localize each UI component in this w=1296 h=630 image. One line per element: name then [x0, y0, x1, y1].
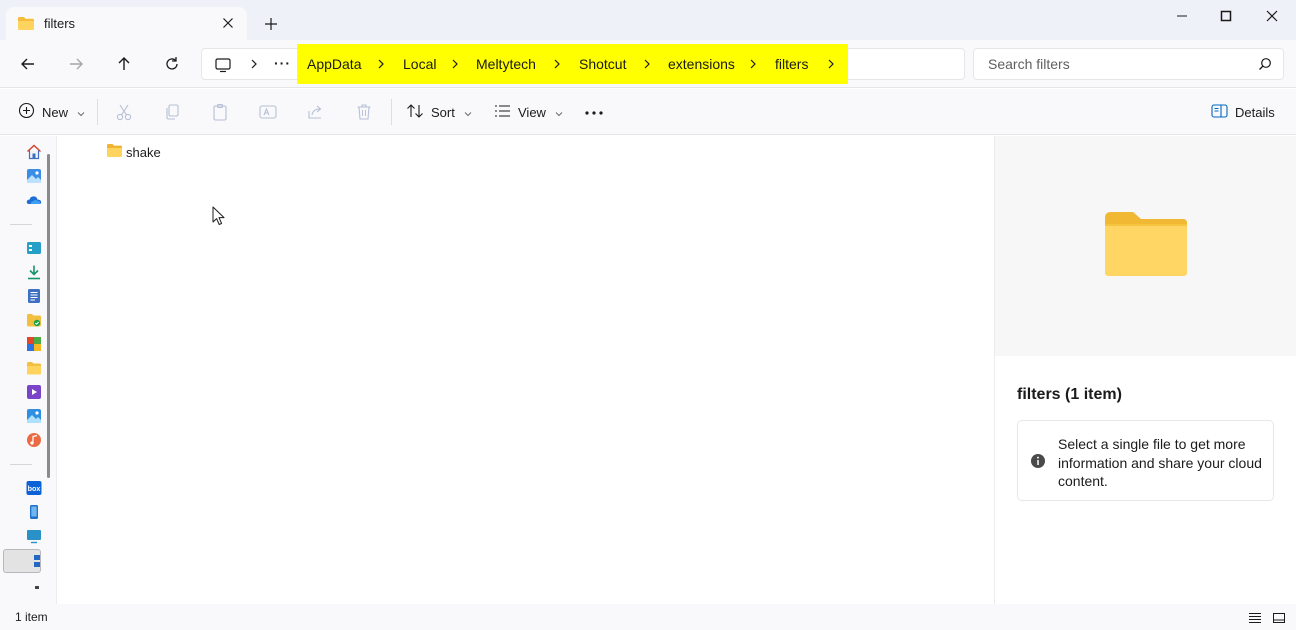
folder-icon[interactable] — [26, 360, 42, 376]
sort-label: Sort — [431, 104, 455, 120]
search-box[interactable] — [973, 48, 1284, 80]
status-bar: 1 item — [0, 604, 1296, 630]
chevron-right-icon[interactable] — [747, 58, 759, 73]
pictures-icon[interactable] — [26, 408, 42, 424]
close-icon[interactable] — [1260, 5, 1284, 27]
more-options-icon[interactable] — [584, 102, 604, 122]
command-bar: New Sort View Details — [0, 89, 1296, 135]
gallery-icon[interactable] — [26, 168, 42, 184]
sort-icon — [406, 103, 424, 122]
navigation-bar: ··· AppData Local Meltytech Shotcut exte… — [0, 40, 1296, 88]
back-arrow-icon[interactable] — [16, 52, 40, 76]
tiles-view-icon[interactable] — [1272, 612, 1286, 627]
chevron-down-icon — [464, 105, 472, 120]
details-view-icon[interactable] — [1248, 612, 1262, 627]
navigation-pane: box — [0, 136, 57, 604]
breadcrumb-filters[interactable]: filters — [775, 56, 808, 72]
sidebar-scrollbar[interactable] — [47, 154, 50, 478]
view-label: View — [518, 104, 546, 120]
refresh-icon[interactable] — [160, 52, 184, 76]
details-button[interactable]: Details — [1211, 101, 1275, 123]
add-circle-icon — [18, 102, 35, 122]
title-bar: filters — [0, 0, 1296, 40]
network-icon[interactable] — [34, 580, 40, 596]
close-tab-icon[interactable] — [220, 15, 236, 31]
forward-arrow-icon[interactable] — [64, 52, 88, 76]
minimize-icon[interactable] — [1170, 5, 1194, 27]
downloads-icon[interactable] — [26, 264, 42, 280]
maximize-icon[interactable] — [1214, 5, 1238, 27]
breadcrumb-appdata[interactable]: AppData — [307, 56, 361, 72]
info-icon — [1030, 453, 1046, 472]
info-card: Select a single file to get more informa… — [1017, 420, 1274, 501]
preview-area — [995, 136, 1296, 356]
divider — [97, 99, 98, 125]
search-input[interactable] — [974, 49, 1244, 79]
tab-filters[interactable]: filters — [6, 7, 247, 40]
search-icon[interactable] — [1258, 57, 1272, 74]
file-name: shake — [126, 144, 161, 160]
view-list-icon — [494, 104, 511, 121]
chevron-down-icon — [555, 105, 563, 120]
mouse-cursor-icon — [212, 206, 226, 229]
divider — [10, 224, 32, 225]
sort-button[interactable]: Sort — [406, 101, 472, 123]
info-text: Select a single file to get more informa… — [1058, 436, 1262, 489]
divider — [10, 464, 32, 465]
file-list[interactable]: shake — [58, 136, 994, 604]
copy-icon[interactable] — [162, 102, 182, 122]
chevron-right-icon[interactable] — [248, 58, 260, 73]
home-icon[interactable] — [26, 144, 42, 160]
chevron-right-icon[interactable] — [825, 58, 837, 73]
chevron-right-icon[interactable] — [375, 58, 387, 73]
chevron-down-icon — [77, 105, 85, 120]
videos-icon[interactable] — [26, 384, 42, 400]
new-label: New — [42, 104, 69, 120]
new-button[interactable]: New — [18, 101, 85, 123]
cut-icon[interactable] — [114, 102, 134, 122]
share-icon[interactable] — [306, 102, 326, 122]
folder-icon[interactable] — [26, 312, 42, 328]
folder-icon — [106, 143, 123, 161]
phone-icon[interactable] — [26, 504, 42, 520]
details-pane-icon — [1211, 103, 1228, 121]
documents-icon[interactable] — [26, 288, 42, 304]
details-pane: filters (1 item) Select a single file to… — [994, 136, 1296, 604]
rename-icon[interactable] — [258, 102, 278, 122]
chevron-right-icon[interactable] — [641, 58, 653, 73]
music-icon[interactable] — [26, 432, 42, 448]
chevron-right-icon[interactable] — [551, 58, 563, 73]
details-label: Details — [1235, 104, 1275, 120]
breadcrumb-shotcut[interactable]: Shotcut — [579, 56, 626, 72]
network-icon[interactable] — [30, 553, 40, 569]
breadcrumb-local[interactable]: Local — [403, 56, 436, 72]
this-pc-icon[interactable] — [214, 56, 232, 77]
svg-text:box: box — [28, 484, 41, 493]
paste-icon[interactable] — [210, 102, 230, 122]
folder-icon — [17, 15, 35, 34]
box-icon[interactable]: box — [26, 480, 42, 496]
delete-icon[interactable] — [354, 102, 374, 122]
item-count: 1 item — [15, 610, 48, 624]
large-folder-icon — [1103, 210, 1189, 281]
address-bar[interactable]: ··· AppData Local Meltytech Shotcut exte… — [201, 44, 965, 84]
app-icon[interactable] — [26, 336, 42, 352]
chevron-right-icon[interactable] — [449, 58, 461, 73]
details-title: filters (1 item) — [1017, 386, 1122, 403]
divider — [391, 99, 392, 125]
up-arrow-icon[interactable] — [112, 52, 136, 76]
this-pc-icon[interactable] — [26, 528, 42, 544]
breadcrumb: AppData Local Meltytech Shotcut extensio… — [297, 44, 848, 84]
more-locations-button[interactable]: ··· — [274, 55, 291, 71]
breadcrumb-meltytech[interactable]: Meltytech — [476, 56, 536, 72]
desktop-icon[interactable] — [26, 240, 42, 256]
list-item[interactable]: shake — [106, 143, 161, 161]
breadcrumb-extensions[interactable]: extensions — [668, 56, 735, 72]
tab-title: filters — [44, 16, 76, 31]
new-tab-icon[interactable] — [262, 15, 280, 33]
view-button[interactable]: View — [494, 101, 563, 123]
onedrive-icon[interactable] — [26, 192, 42, 208]
